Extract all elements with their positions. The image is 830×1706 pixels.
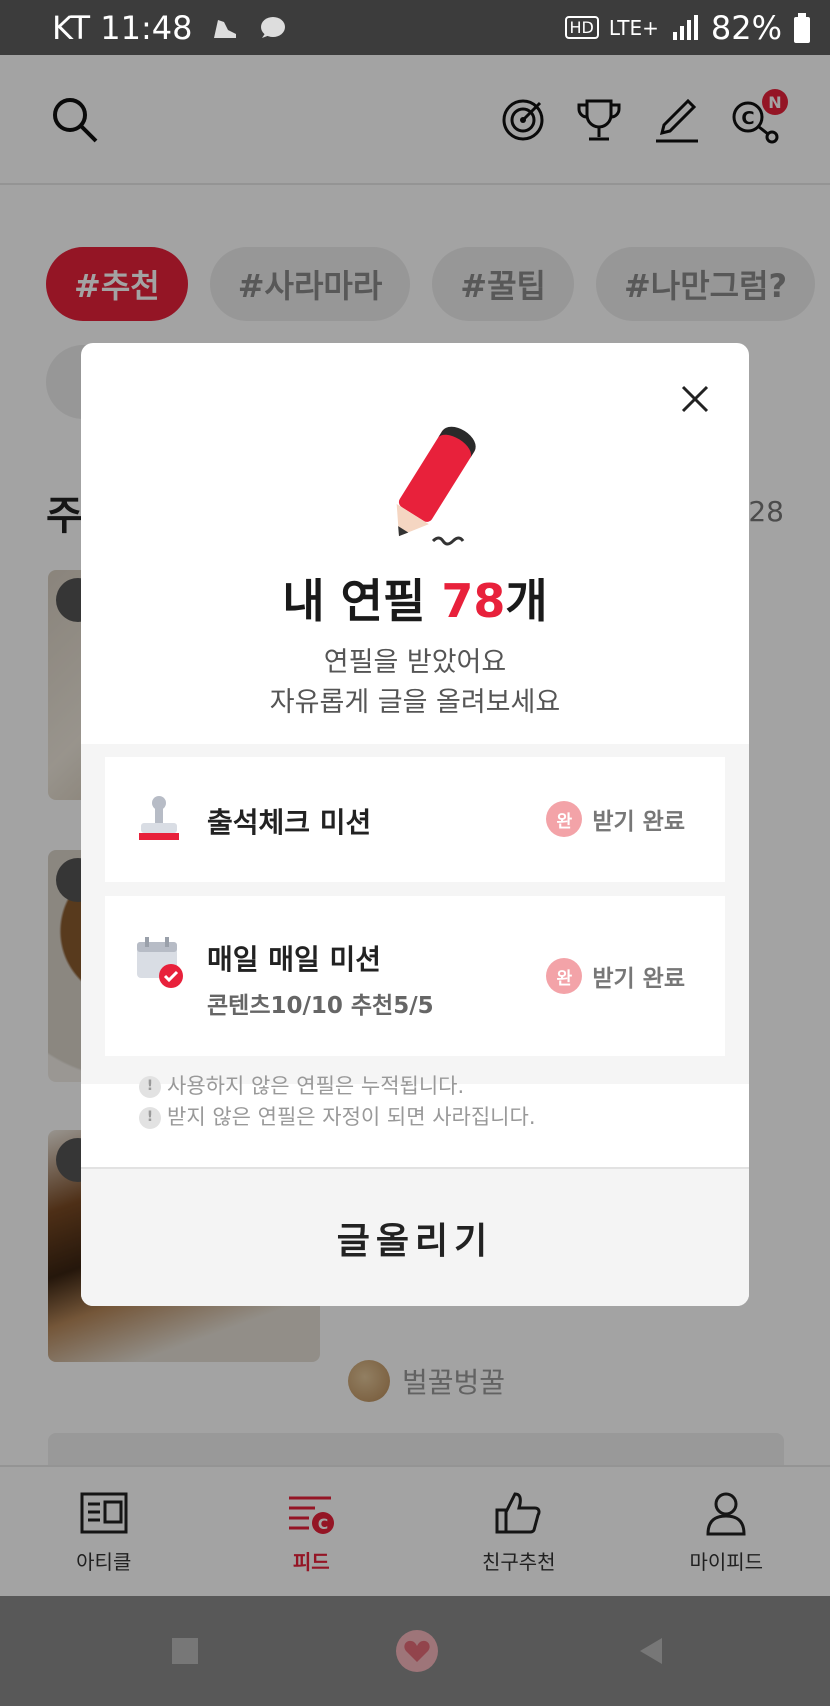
note-item: ! 사용하지 않은 연필은 누적됩니다. [139, 1071, 536, 1102]
headline-suffix: 개 [505, 574, 548, 628]
battery-percent: 82% [710, 8, 782, 47]
info-icon: ! [139, 1075, 161, 1098]
pencil-reward-modal: 내 연필 78개 연필을 받았어요 자유롭게 글을 올려보세요 출석체크 미션 … [81, 343, 749, 1306]
shoe-icon [214, 19, 237, 38]
mission-status-label: 받기 완료 [592, 809, 685, 835]
note-item: ! 받지 않은 연필은 자정이 되면 사라집니다. [139, 1102, 536, 1133]
subtitle-line: 자유롭게 글을 올려보세요 [269, 687, 561, 718]
info-icon: ! [139, 1106, 161, 1129]
stamp-icon [139, 796, 179, 840]
mission-attendance[interactable]: 출석체크 미션 완 받기 완료 [105, 757, 725, 882]
notes: ! 사용하지 않은 연필은 누적됩니다. ! 받지 않은 연필은 자정이 되면 … [139, 1071, 536, 1133]
signal-icon [672, 14, 698, 40]
red-pencil-icon [396, 426, 476, 546]
mission-detail: 콘텐츠10/10 추천5/5 [207, 993, 434, 1019]
battery-icon [794, 12, 810, 43]
hd-indicator: HD [564, 16, 599, 39]
status-bar: KT 11:48 HD LTE+ 82% [0, 0, 830, 55]
note-text: 사용하지 않은 연필은 누적됩니다. [167, 1074, 465, 1098]
pencil-count: 78 [441, 574, 506, 628]
done-badge: 완 [546, 801, 583, 837]
subtitle-line: 연필을 받았어요 [323, 647, 507, 678]
note-text: 받지 않은 연필은 자정이 되면 사라집니다. [167, 1105, 536, 1129]
network-indicator: LTE+ [608, 15, 659, 40]
mission-status-label: 받기 완료 [592, 966, 685, 992]
mission-title: 출석체크 미션 [207, 806, 372, 839]
chat-bubble-icon [261, 16, 286, 38]
close-icon[interactable] [675, 379, 715, 419]
modal-subtitle: 연필을 받았어요 자유롭게 글을 올려보세요 [81, 643, 749, 723]
mission-list: 출석체크 미션 완 받기 완료 매일 매일 미션 콘텐츠10/10 추천5/5 … [81, 744, 749, 1084]
mission-status: 완 받기 완료 [546, 801, 685, 837]
post-button[interactable]: 글올리기 [81, 1167, 749, 1306]
done-badge: 완 [546, 958, 583, 994]
pencil-count-headline: 내 연필 78개 [81, 565, 749, 631]
mission-daily[interactable]: 매일 매일 미션 콘텐츠10/10 추천5/5 완 받기 완료 [105, 896, 725, 1056]
mission-title: 매일 매일 미션 [207, 943, 382, 976]
mission-status: 완 받기 완료 [546, 958, 685, 994]
carrier-time: KT 11:48 [52, 8, 193, 47]
headline-prefix: 내 연필 [282, 574, 442, 628]
calendar-check-icon [137, 937, 183, 988]
